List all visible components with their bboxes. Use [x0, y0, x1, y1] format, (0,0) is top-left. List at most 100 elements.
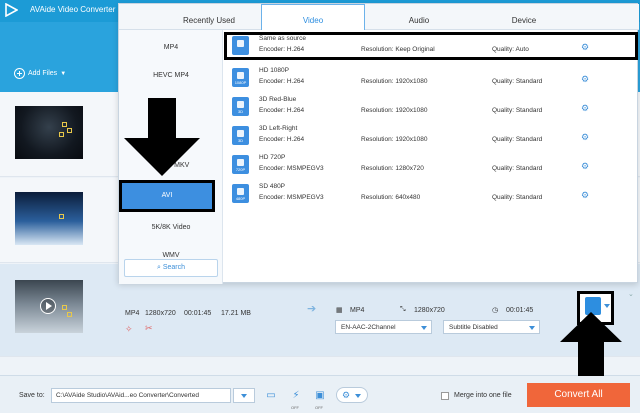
preset-icon: 1080P: [232, 68, 249, 87]
preset-name: Same as source: [259, 35, 306, 42]
preset-name: SD 480P: [259, 183, 286, 190]
preset-name: 3D Left-Right: [259, 125, 298, 132]
format-item-wmv[interactable]: WMV: [119, 252, 223, 259]
output-duration: 00:01:45: [506, 307, 534, 314]
gear-icon[interactable]: ⚙: [581, 132, 589, 143]
tab-device[interactable]: Device: [474, 4, 574, 30]
preset-icon: 720P: [232, 155, 249, 174]
preset-encoder: Encoder: MSMPEGV3: [259, 165, 324, 172]
arrow-down-annotation-icon: [124, 98, 200, 176]
preset-encoder: Encoder: H.264: [259, 46, 305, 53]
video-thumbnail[interactable]: [15, 106, 83, 159]
preset-quality: Quality: Auto: [492, 46, 529, 53]
preset-name: HD 720P: [259, 154, 286, 161]
play-icon[interactable]: [40, 298, 56, 314]
preset-item[interactable]: 480P SD 480P Encoder: MSMPEGV3 Resolutio…: [224, 180, 638, 208]
film-icon: ▦: [336, 307, 343, 314]
save-path-field[interactable]: C:\AVAide Studio\AVAid...eo Converter\Co…: [51, 388, 231, 403]
preset-quality: Quality: Standard: [492, 136, 543, 143]
save-path-dropdown[interactable]: [233, 388, 255, 403]
preset-encoder: Encoder: MSMPEGV3: [259, 194, 324, 201]
subtitle-value: Subtitle Disabled: [449, 324, 498, 331]
preset-item[interactable]: 3D 3D Left-Right Encoder: H.264 Resoluti…: [224, 122, 638, 150]
plus-icon: [14, 68, 25, 79]
preset-icon: 480P: [232, 184, 249, 203]
format-search-button[interactable]: ⌕ Search: [124, 259, 218, 277]
format-item-5k8k[interactable]: 5K/8K Video: [119, 224, 223, 231]
preset-encoder: Encoder: H.264: [259, 136, 305, 143]
preset-quality: Quality: Standard: [492, 78, 543, 85]
output-format: MP4: [350, 307, 365, 314]
folder-icon[interactable]: ▭: [263, 388, 279, 403]
preset-encoder: Encoder: H.264: [259, 78, 305, 85]
format-item-hevc-mp4[interactable]: HEVC MP4: [119, 72, 223, 79]
video-thumbnail[interactable]: [15, 280, 83, 333]
format-item-avi[interactable]: AVI: [119, 180, 215, 212]
save-to-label: Save to:: [19, 392, 45, 399]
output-resolution: 1280x720: [414, 307, 445, 314]
audio-track-value: EN-AAC-2Channel: [341, 324, 396, 331]
preset-icon: [232, 36, 249, 55]
resize-icon: ⤡: [400, 306, 406, 313]
preset-resolution: Resolution: 1280x720: [361, 165, 424, 172]
preset-encoder: Encoder: H.264: [259, 107, 305, 114]
off-badge: OFF: [315, 405, 323, 410]
gear-icon: ⚙: [342, 390, 351, 400]
convert-all-button[interactable]: Convert All: [527, 383, 630, 407]
source-resolution: 1280x720: [145, 310, 176, 317]
subtitle-select[interactable]: Subtitle Disabled: [443, 320, 540, 334]
tab-video[interactable]: Video: [261, 4, 365, 30]
preset-quality: Quality: Standard: [492, 165, 543, 172]
source-format: MP4: [125, 310, 140, 317]
hardware-accel-icon[interactable]: ⚡ OFF: [288, 388, 304, 410]
preset-icon: 3D: [232, 126, 249, 145]
preset-item[interactable]: 3D 3D Red-Blue Encoder: H.264 Resolution…: [224, 93, 638, 121]
gpu-icon[interactable]: ▣ OFF: [312, 388, 328, 410]
merge-label: Merge into one file: [454, 392, 512, 399]
chevron-down-icon: ▼: [60, 70, 67, 77]
preset-name: HD 1080P: [259, 67, 289, 74]
preset-quality: Quality: Standard: [492, 194, 543, 201]
gear-icon[interactable]: ⚙: [581, 190, 589, 201]
audio-track-select[interactable]: EN-AAC-2Channel: [335, 320, 432, 334]
preset-item[interactable]: 720P HD 720P Encoder: MSMPEGV3 Resolutio…: [224, 151, 638, 179]
video-thumbnail[interactable]: [15, 192, 83, 245]
format-tabs: Recently Used Video Audio Device: [119, 4, 639, 30]
source-size: 17.21 MB: [221, 310, 251, 317]
search-icon: ⌕: [156, 264, 161, 271]
off-badge: OFF: [291, 405, 299, 410]
preset-resolution: Resolution: 1920x1080: [361, 136, 428, 143]
preset-resolution: Resolution: 1920x1080: [361, 78, 428, 85]
preset-resolution: Resolution: 640x480: [361, 194, 421, 201]
preset-item[interactable]: Same as source Encoder: H.264 Resolution…: [224, 32, 638, 60]
merge-checkbox[interactable]: [441, 392, 449, 400]
tab-recently-used[interactable]: Recently Used: [159, 4, 259, 30]
preset-resolution: Resolution: Keep Original: [361, 46, 435, 53]
preset-resolution: Resolution: 1920x1080: [361, 107, 428, 114]
source-duration: 00:01:45: [184, 310, 212, 317]
preset-icon: 3D: [232, 97, 249, 116]
add-files-label: Add Files: [28, 70, 58, 77]
preset-list: Same as source Encoder: H.264 Resolution…: [224, 30, 638, 284]
preset-name: 3D Red-Blue: [259, 96, 297, 103]
window-title: AVAide Video Converter (: [30, 5, 121, 14]
preset-item[interactable]: 1080P HD 1080P Encoder: H.264 Resolution…: [224, 64, 638, 92]
format-item-mp4[interactable]: MP4: [119, 44, 223, 51]
settings-dropdown[interactable]: ⚙: [336, 387, 368, 403]
arrow-right-icon: ➔: [307, 303, 317, 315]
gear-icon[interactable]: ⚙: [581, 42, 589, 53]
search-label: Search: [162, 264, 186, 271]
tab-audio[interactable]: Audio: [369, 4, 469, 30]
chevron-down-icon[interactable]: ⌄: [628, 290, 634, 298]
chevron-down-icon: [529, 326, 535, 330]
chevron-down-icon: [604, 304, 610, 308]
chevron-down-icon: [355, 394, 361, 398]
bottom-bar: Save to: C:\AVAide Studio\AVAid...eo Con…: [0, 375, 640, 413]
enhance-icon[interactable]: ✧: [125, 324, 133, 335]
gear-icon[interactable]: ⚙: [581, 161, 589, 172]
clock-icon: ◷: [492, 307, 499, 314]
gear-icon[interactable]: ⚙: [581, 103, 589, 114]
cut-icon[interactable]: ✂: [145, 323, 153, 334]
gear-icon[interactable]: ⚙: [581, 74, 589, 85]
add-files-button[interactable]: Add Files ▼: [14, 68, 66, 79]
